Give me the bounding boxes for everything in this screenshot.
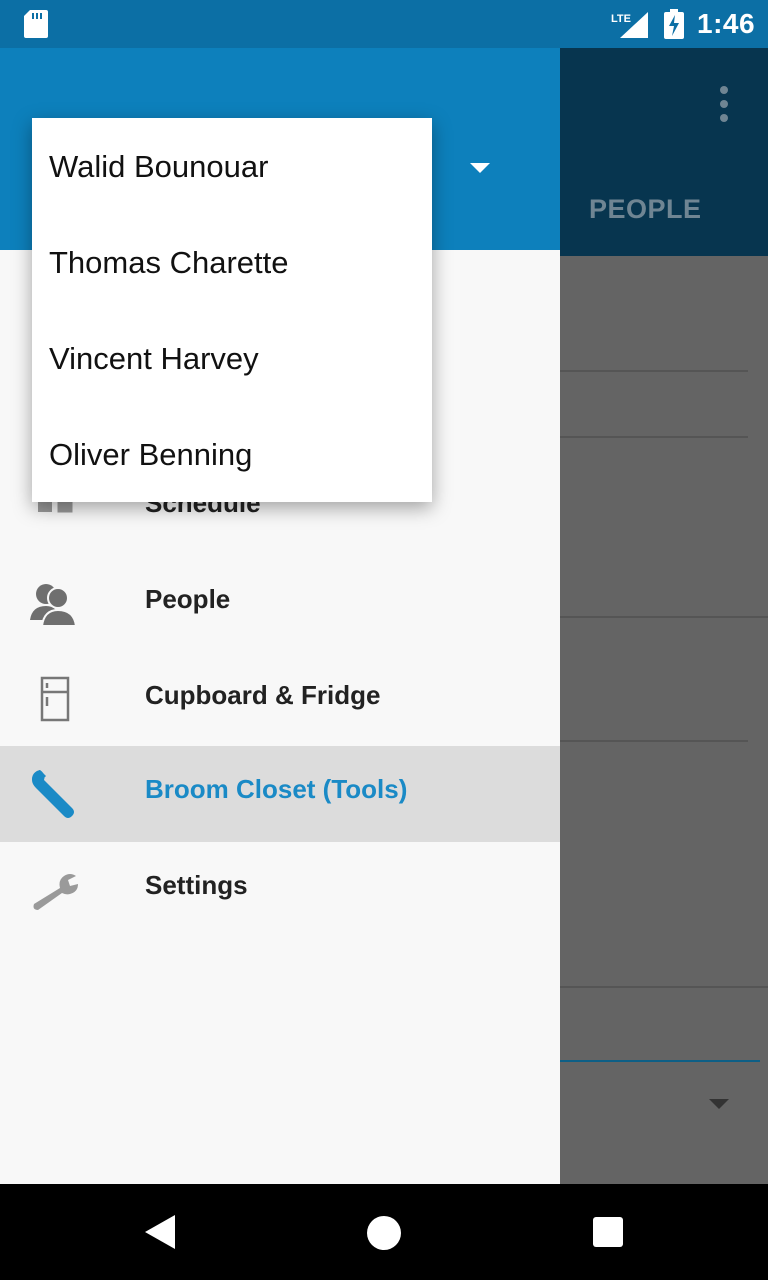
drawer-item-label: Cupboard & Fridge	[145, 680, 381, 710]
dropdown-option[interactable]: Thomas Charette	[32, 214, 432, 310]
drawer-item-label: Settings	[145, 870, 248, 900]
dropdown-option-label: Walid Bounouar	[49, 149, 269, 184]
settings-wrench-icon	[33, 874, 78, 910]
dropdown-option[interactable]: Oliver Benning	[32, 406, 432, 502]
recent-apps-icon[interactable]	[593, 1217, 623, 1247]
back-icon[interactable]	[145, 1215, 175, 1249]
background-dropdown-arrow-icon	[709, 1099, 729, 1109]
drawer-item-people[interactable]: People	[0, 556, 560, 652]
dropdown-option-label: Thomas Charette	[49, 245, 289, 280]
fridge-icon	[40, 676, 70, 722]
battery-charging-icon	[664, 9, 684, 39]
wrench-icon	[32, 770, 74, 818]
svg-text:LTE: LTE	[611, 13, 631, 25]
dropdown-option[interactable]: Walid Bounouar	[32, 118, 432, 214]
background-tab-people: PEOPLE	[589, 194, 702, 224]
dropdown-option-label: Oliver Benning	[49, 437, 253, 472]
drawer-item-cupboard-fridge[interactable]: Cupboard & Fridge	[0, 652, 560, 748]
overflow-menu-icon	[714, 86, 734, 126]
lte-signal-icon: LTE	[611, 12, 648, 38]
background-divider	[560, 370, 748, 372]
background-divider	[560, 986, 768, 988]
drawer-item-label: People	[145, 584, 231, 614]
background-input-underline	[560, 1060, 760, 1062]
background-divider	[560, 740, 748, 742]
drawer-item-broom-closet[interactable]: Broom Closet (Tools)	[0, 746, 560, 842]
background-divider	[560, 616, 768, 618]
status-bar: LTE 1:46	[0, 0, 768, 48]
people-icon	[30, 584, 78, 627]
drawer-item-settings[interactable]: Settings	[0, 842, 560, 938]
sd-card-icon	[24, 10, 48, 38]
drawer-item-label: Broom Closet (Tools)	[145, 774, 408, 804]
status-time: 1:46	[697, 8, 756, 39]
account-dropdown-menu: Walid Bounouar Thomas Charette Vincent H…	[32, 118, 432, 502]
background-divider	[560, 436, 748, 438]
home-icon[interactable]	[367, 1216, 401, 1250]
dropdown-option-label: Vincent Harvey	[49, 341, 259, 376]
background-content	[560, 256, 768, 1184]
dropdown-option[interactable]: Vincent Harvey	[32, 310, 432, 406]
account-dropdown-arrow-icon[interactable]	[470, 163, 490, 173]
